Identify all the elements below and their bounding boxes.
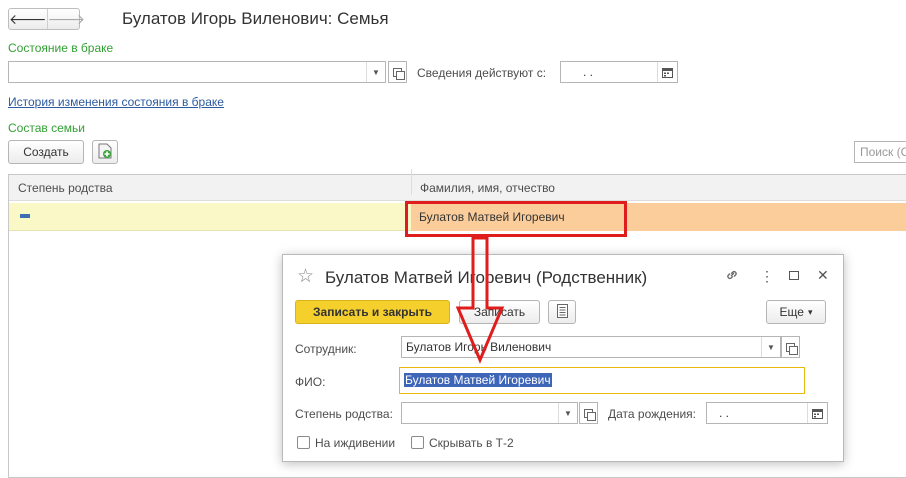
forward-icon[interactable]: 🡒 [46, 9, 85, 29]
chevron-down-icon[interactable]: ▼ [558, 403, 577, 423]
fio-field[interactable]: Булатов Матвей Игоревич [399, 367, 805, 394]
page-title: Булатов Игорь Виленович: Семья [122, 9, 389, 28]
open-icon[interactable] [388, 61, 407, 83]
marital-status-field[interactable]: ▼ [8, 61, 386, 83]
favorite-star-icon[interactable]: ☆ [297, 265, 314, 288]
maximize-icon[interactable] [789, 271, 799, 280]
search-input[interactable]: Поиск (С [854, 141, 906, 163]
highlight-box [405, 201, 627, 237]
add-from-file-button[interactable] [92, 140, 118, 164]
close-icon[interactable]: ✕ [817, 267, 829, 284]
effective-date-field[interactable]: . . [560, 61, 678, 83]
chevron-down-icon[interactable]: ▼ [366, 62, 385, 82]
relative-dialog: ☆ Булатов Матвей Игоревич (Родственник) … [282, 254, 844, 462]
marital-history-link[interactable]: История изменения состояния в браке [8, 95, 224, 109]
hide-t2-checkbox[interactable] [411, 436, 424, 449]
effective-date-value: . . [583, 65, 594, 79]
family-section-label: Состав семьи [8, 121, 85, 135]
row-marker-icon [20, 214, 30, 218]
fio-label: ФИО: [295, 375, 326, 389]
annotation-arrow [455, 236, 505, 364]
open-icon[interactable] [781, 336, 800, 358]
column-header-relation[interactable]: Степень родства [18, 181, 113, 195]
effective-date-label: Сведения действуют с: [417, 66, 547, 80]
birthdate-field[interactable]: . . [706, 402, 828, 424]
calendar-icon[interactable] [807, 403, 827, 423]
more-button[interactable]: Еще ▾ [766, 300, 826, 324]
report-button[interactable] [548, 300, 576, 324]
chevron-down-icon[interactable]: ▼ [761, 337, 780, 357]
hide-t2-label[interactable]: Скрывать в Т-2 [429, 436, 514, 450]
menu-dots-icon[interactable]: ⋮ [760, 268, 774, 285]
birthdate-label: Дата рождения: [608, 407, 696, 421]
nav-buttons: 🡐 🡒 [8, 8, 85, 30]
dependent-checkbox[interactable] [297, 436, 310, 449]
table-header: Степень родства Фамилия, имя, отчество [9, 169, 906, 201]
birthdate-value: . . [719, 406, 730, 420]
column-header-name[interactable]: Фамилия, имя, отчество [420, 181, 555, 195]
document-list-icon [556, 303, 568, 321]
dependent-label[interactable]: На иждивении [315, 436, 395, 450]
employee-label: Сотрудник: [295, 342, 357, 356]
relation-field[interactable]: ▼ [401, 402, 578, 424]
marital-status-label: Состояние в браке [8, 41, 114, 55]
save-and-close-button[interactable]: Записать и закрыть [295, 300, 450, 324]
open-icon[interactable] [579, 402, 598, 424]
more-button-label: Еще [779, 305, 804, 319]
create-button[interactable]: Создать [8, 140, 84, 164]
back-icon[interactable]: 🡐 [9, 9, 47, 29]
fio-value: Булатов Матвей Игоревич [404, 373, 552, 387]
calendar-icon[interactable] [657, 62, 677, 82]
chevron-down-icon: ▾ [807, 306, 813, 317]
column-divider [411, 169, 412, 195]
add-document-icon [98, 143, 112, 162]
link-icon[interactable] [725, 268, 739, 285]
relation-label: Степень родства: [295, 407, 393, 421]
